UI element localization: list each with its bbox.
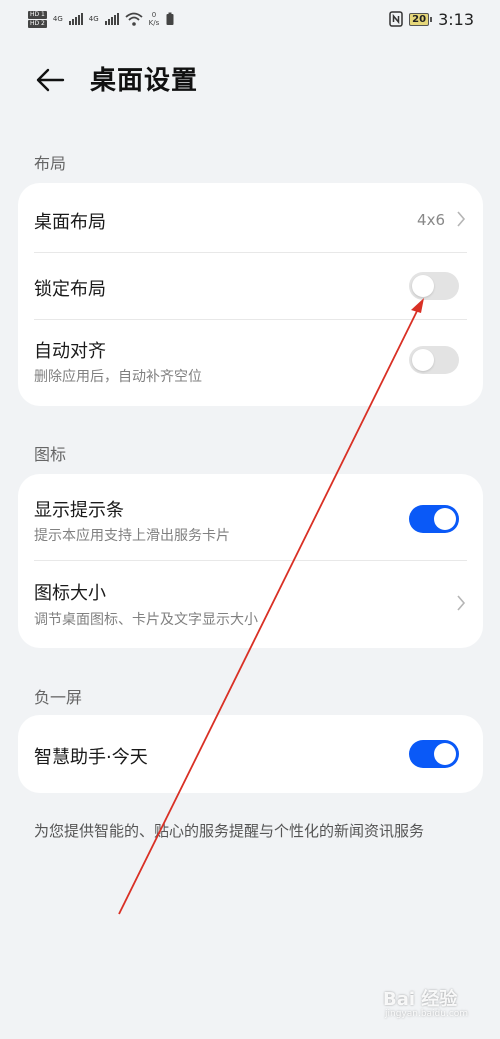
section-label-layout: 布局: [34, 154, 67, 173]
layout-card: 桌面布局 4x6 锁定布局 自动对齐 删除应用后，自动补齐空位: [18, 183, 483, 406]
nfc-icon: [389, 11, 403, 27]
back-arrow-icon: [36, 68, 65, 92]
net-speed-unit: K/s: [148, 19, 160, 27]
watermark-sub: jingyan.baidu.com: [385, 1009, 469, 1019]
chevron-right-icon: [457, 211, 466, 227]
clock: 3:13: [438, 9, 474, 29]
show-hint-bar-subtitle: 提示本应用支持上滑出服务卡片: [34, 528, 230, 544]
desktop-layout-value: 4x6: [417, 211, 445, 229]
baidu-jingyan-watermark: Bai 经验 jingyan.baidu.com: [383, 985, 493, 1029]
icon-size-row[interactable]: 图标大小 调节桌面图标、卡片及文字显示大小: [34, 561, 467, 648]
desktop-layout-title: 桌面布局: [34, 212, 106, 233]
back-button[interactable]: [32, 62, 68, 98]
section-label-minus-one: 负一屏: [34, 688, 83, 707]
show-hint-bar-toggle[interactable]: [409, 505, 459, 533]
battery-icon: 20: [409, 12, 433, 26]
smart-assistant-row: 智慧助手·今天: [34, 715, 467, 793]
show-hint-bar-row: 显示提示条 提示本应用支持上滑出服务卡片: [34, 474, 467, 560]
smart-assistant-toggle[interactable]: [409, 740, 459, 768]
notification-icon: [166, 12, 174, 25]
network-type-1: 4G: [52, 14, 63, 23]
sim2-hd-icon: HD 2: [28, 19, 47, 28]
status-left: HD 1 HD 2 4G 4G 0 K/s: [28, 10, 175, 28]
net-speed-value: 0: [151, 11, 157, 19]
status-bar: HD 1 HD 2 4G 4G 0 K/s 20 3:13: [0, 0, 500, 38]
toggle-knob: [434, 508, 456, 530]
show-hint-bar-title: 显示提示条: [34, 500, 124, 521]
icon-size-title: 图标大小: [34, 583, 106, 604]
toggle-knob: [434, 743, 456, 765]
toggle-knob: [412, 349, 434, 371]
section-label-icons: 图标: [34, 445, 67, 464]
icon-size-subtitle: 调节桌面图标、卡片及文字显示大小: [34, 612, 258, 628]
icons-card: 显示提示条 提示本应用支持上滑出服务卡片 图标大小 调节桌面图标、卡片及文字显示…: [18, 474, 483, 648]
lock-layout-toggle[interactable]: [409, 272, 459, 300]
wifi-icon: [125, 12, 143, 26]
battery-level: 20: [409, 12, 430, 26]
toggle-knob: [412, 275, 434, 297]
minus-one-card: 智慧助手·今天: [18, 715, 483, 793]
minus-one-description: 为您提供智能的、贴心的服务提醒与个性化的新闻资讯服务: [34, 822, 425, 840]
signal-2-icon: [104, 13, 119, 25]
network-type-2: 4G: [88, 14, 99, 23]
smart-assistant-title: 智慧助手·今天: [34, 747, 148, 768]
auto-align-title: 自动对齐: [34, 341, 106, 362]
lock-layout-title: 锁定布局: [34, 279, 106, 300]
chevron-right-icon: [457, 595, 466, 611]
status-right: 20 3:13: [389, 10, 474, 29]
auto-align-subtitle: 删除应用后，自动补齐空位: [34, 369, 202, 385]
page-header: 桌面设置: [0, 50, 500, 110]
net-speed: 0 K/s: [149, 11, 160, 27]
watermark-main: Bai 经验: [383, 989, 458, 1010]
auto-align-row: 自动对齐 删除应用后，自动补齐空位: [34, 320, 467, 406]
lock-layout-row: 锁定布局: [34, 253, 467, 319]
sim1-hd-icon: HD 1: [28, 10, 47, 19]
page-title: 桌面设置: [90, 66, 199, 96]
desktop-layout-row[interactable]: 桌面布局 4x6: [34, 183, 467, 253]
auto-align-toggle[interactable]: [409, 346, 459, 374]
signal-1-icon: [68, 13, 83, 25]
sim-indicators: HD 1 HD 2: [28, 10, 47, 28]
